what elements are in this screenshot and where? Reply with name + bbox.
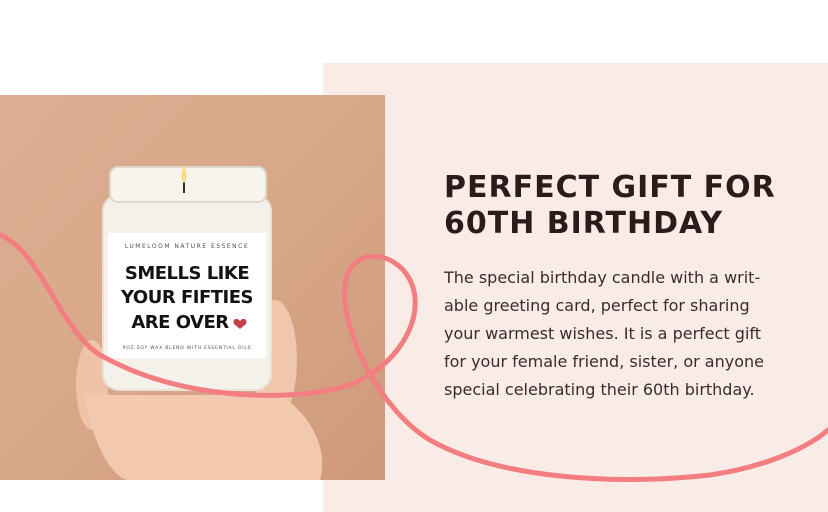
label-line-3: ARE OVER xyxy=(131,312,229,333)
heading-line-1: PERFECT GIFT FOR xyxy=(444,170,776,205)
jar-rim xyxy=(109,166,267,203)
description-line-4: for your female friend, sister, or anyon… xyxy=(444,352,764,371)
description-line-1: The special birthday candle with a writ- xyxy=(444,268,761,287)
candle-illustration: LUMELOOM NATURE ESSENCE SMELLS LIKE YOUR… xyxy=(76,165,323,480)
label-footnote: 9OZ SOY WAX BLEND WITH ESSENTIAL OILS xyxy=(123,345,252,351)
description-line-5: special celebrating their 60th birthday. xyxy=(444,380,755,399)
heading-line-2: 60TH BIRTHDAY xyxy=(444,206,724,241)
label-line-1: SMELLS LIKE xyxy=(125,263,249,284)
description-line-2: able greeting card, perfect for sharing xyxy=(444,296,750,315)
label-line-2: YOUR FIFTIES xyxy=(120,287,253,308)
hand-shape xyxy=(85,395,323,480)
section-description: The special birthday candle with a writ-… xyxy=(444,264,784,404)
section-heading: PERFECT GIFT FOR 60TH BIRTHDAY xyxy=(444,170,804,242)
label-brand: LUMELOOM NATURE ESSENCE xyxy=(125,243,249,250)
product-photo: LUMELOOM NATURE ESSENCE SMELLS LIKE YOUR… xyxy=(0,95,385,480)
description-line-3: your warmest wishes. It is a perfect gif… xyxy=(444,324,762,343)
